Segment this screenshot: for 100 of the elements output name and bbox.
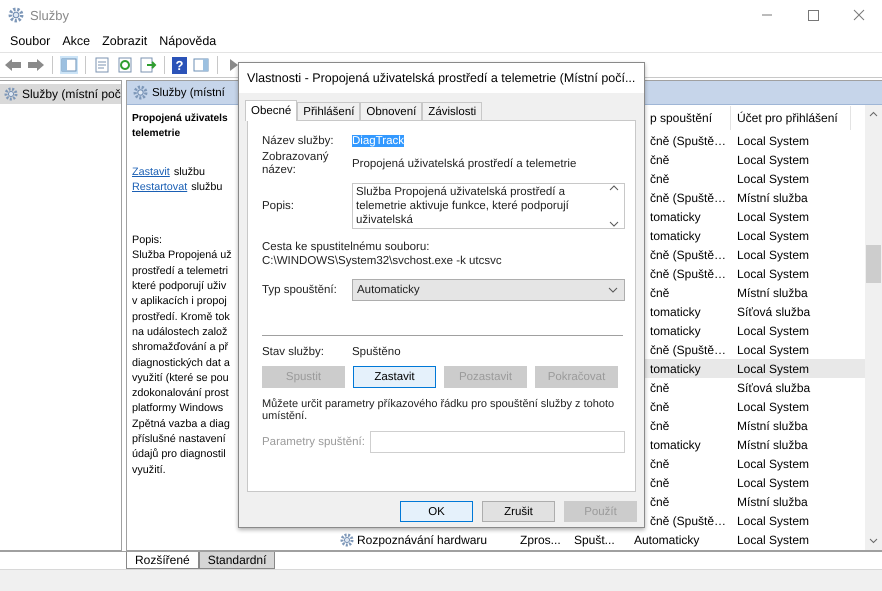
table-cell: Místní služba	[737, 494, 808, 508]
table-cell: Local System	[737, 342, 810, 356]
scroll-up-icon[interactable]	[609, 185, 619, 191]
pane-title: Služby (místní	[152, 86, 225, 98]
properties-icon[interactable]	[93, 56, 111, 74]
table-cell: čně	[650, 418, 670, 432]
service-title: Propojená uživatels telemetrie	[132, 112, 229, 142]
back-arrow-icon[interactable]	[4, 56, 22, 74]
field-label: Popis:	[262, 200, 295, 212]
menu-item[interactable]: Soubor	[4, 34, 56, 48]
table-cell: tomaticky	[650, 228, 701, 242]
menu-item[interactable]: Akce	[56, 34, 96, 48]
gear-icon	[133, 85, 148, 100]
forward-arrow-icon[interactable]	[27, 56, 45, 74]
table-cell: čně	[650, 476, 670, 490]
table-cell: tomaticky	[650, 438, 701, 452]
table-cell: tomaticky	[650, 324, 701, 338]
column-header[interactable]: Účet pro přihlášení	[731, 106, 851, 130]
scrollbar[interactable]	[865, 105, 882, 550]
table-cell: čně	[650, 286, 670, 300]
field-label: Typ spouštění:	[262, 284, 338, 296]
hint-text: Můžete určit parametry příkazového řádku pro spouštění služby z tohoto umístění.	[262, 398, 616, 422]
console-tree-icon[interactable]	[60, 56, 78, 74]
table-cell: Síťová služba	[737, 380, 810, 394]
table-cell: Local System	[737, 456, 810, 470]
chevron-down-icon	[608, 287, 618, 293]
menu-item[interactable]: Nápověda	[153, 34, 222, 48]
table-cell: Local System	[737, 266, 810, 280]
service-button[interactable]: Zastavit	[353, 366, 436, 388]
field-label: Cesta ke spustitelnému souboru:	[262, 241, 430, 253]
gear-icon	[8, 7, 24, 23]
table-cell: Místní služba	[737, 190, 808, 204]
table-cell: Local System	[737, 514, 810, 528]
table-cell: tomaticky	[650, 304, 701, 318]
table-cell: čně	[650, 456, 670, 470]
startup-type-dropdown[interactable]: Automaticky	[352, 279, 625, 301]
action-text: službu	[174, 164, 206, 180]
table-cell: Rozpoznávání hardwaru	[357, 532, 488, 546]
display-name: Propojená uživatelská prostředí a telemetrie	[352, 158, 578, 170]
action-link[interactable]: Zastavit	[132, 164, 170, 180]
table-cell: Local System	[737, 210, 810, 224]
table-cell: Local System	[737, 172, 810, 186]
table-cell: Local System	[737, 324, 810, 338]
service-status: Spuštěno	[352, 346, 402, 358]
field-label: Zobrazovaný název:	[262, 151, 330, 177]
table-cell: Local System	[737, 152, 810, 166]
refresh-icon[interactable]	[116, 56, 134, 74]
table-cell: Local System	[737, 134, 810, 148]
table-cell: čně (Spuště…	[650, 190, 726, 204]
field-label: Parametry spuštění:	[262, 436, 366, 448]
scroll-thumb[interactable]	[866, 245, 881, 283]
tree-item[interactable]: Služby (místní poč	[0, 84, 121, 104]
export-icon[interactable]	[139, 56, 157, 74]
executable-path: C:\WINDOWS\System32\svchost.exe -k utcsvc	[262, 255, 503, 267]
description-label: Popis:	[132, 233, 164, 248]
service-name: DiagTrack	[352, 135, 404, 147]
help-icon[interactable]: ?	[172, 56, 187, 74]
table-cell: čně	[650, 172, 670, 186]
table-cell: čně	[650, 152, 670, 166]
menu-item[interactable]: Zobrazit	[96, 34, 154, 48]
scroll-down-icon[interactable]	[609, 221, 619, 227]
action-link[interactable]: Restartovat	[132, 180, 188, 196]
table-cell: čně	[650, 494, 670, 508]
action-pane-icon[interactable]	[192, 56, 210, 74]
dialog-tab[interactable]: Obnovení	[360, 102, 422, 121]
table-cell: čně	[650, 400, 670, 414]
view-tab[interactable]: Rozšířené	[126, 552, 199, 569]
table-cell: čně	[650, 380, 670, 394]
gear-icon	[340, 532, 354, 546]
table-cell: Spušt...	[574, 532, 615, 546]
dialog-button[interactable]: Zrušit	[482, 501, 555, 522]
table-cell: Local System	[737, 532, 810, 546]
table-cell: Automaticky	[634, 532, 700, 546]
table-cell: tomaticky	[650, 210, 701, 224]
table-cell: čně (Spuště…	[650, 134, 726, 148]
view-tab[interactable]: Standardní	[198, 552, 276, 569]
table-cell: Síťová služba	[737, 304, 810, 318]
table-cell: čně (Spuště…	[650, 248, 726, 262]
gear-icon	[4, 87, 18, 101]
dialog-button[interactable]: OK	[400, 501, 473, 522]
dialog-tab[interactable]: Závislosti	[422, 102, 482, 121]
field-label: Stav služby:	[262, 346, 325, 358]
dialog-tab[interactable]: Obecné	[245, 100, 298, 121]
description-field[interactable]: Služba Propojená uživatelská prostředí a telemetrie aktivuje funkce, které podporují uživatelská	[352, 183, 625, 229]
table-row[interactable]: Rozpoznávání hardwaru Zpros... Spušt... Automaticky Local System	[334, 530, 865, 549]
table-cell: Místní služba	[737, 438, 808, 452]
description-text: Služba Propojená už prostředí a telemetri které podporují uživ v aplikacích i propoj prostředí. Kromě tok na událostech založ shromažďování a př diagnostických dat a využití (které se pou zdokonalování prost platformy Windows Zpětná vazba a diag příslušné nastavení údajů pro diagnostil využití.	[132, 248, 233, 478]
table-cell: Local System	[737, 476, 810, 490]
table-cell: Local System	[737, 248, 810, 262]
table-cell: Zpros...	[520, 532, 561, 546]
window-title: Služby	[30, 8, 70, 22]
dialog-title: Vlastnosti - Propojená uživatelská prostředí a telemetrie (Místní počí...	[247, 71, 636, 85]
dialog-tab[interactable]: Přihlášení	[297, 102, 360, 121]
scroll-down-icon[interactable]	[869, 538, 878, 544]
table-cell: Místní služba	[737, 286, 808, 300]
table-cell: Local System	[737, 400, 810, 414]
scroll-up-icon[interactable]	[869, 111, 878, 117]
table-cell: Local System	[737, 362, 810, 376]
field-label: Název služby:	[262, 135, 335, 147]
table-cell: Local System	[737, 228, 810, 242]
